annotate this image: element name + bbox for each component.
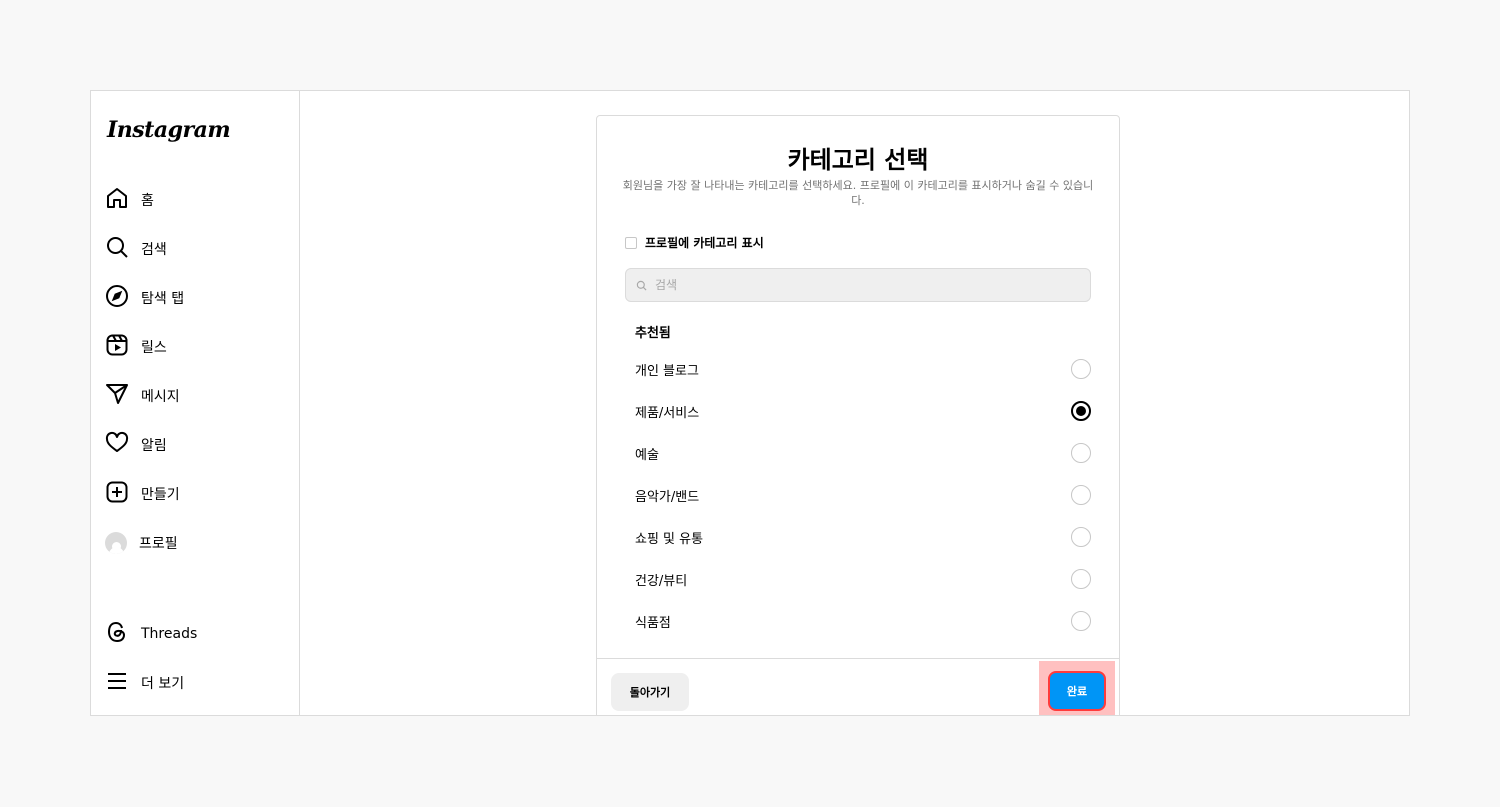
category-label: 제품/서비스	[635, 405, 700, 421]
sidebar-item-label: 탐색 탭	[141, 291, 185, 307]
category-option[interactable]: 개인 블로그	[635, 354, 1091, 384]
category-radio-selected[interactable]	[1071, 401, 1091, 421]
sidebar-item-messages[interactable]: 메시지	[105, 379, 180, 413]
threads-icon	[105, 620, 129, 648]
category-option[interactable]: 제품/서비스	[635, 396, 1091, 426]
sidebar-item-home[interactable]: 홈	[105, 183, 154, 217]
dialog-subtitle: 회원님을 가장 잘 나타내는 카테고리를 선택하세요. 프로필에 이 카테고리를…	[622, 179, 1094, 207]
heart-icon	[105, 431, 129, 459]
instagram-logo[interactable]: Instagram	[107, 117, 231, 143]
category-option[interactable]: 음악가/밴드	[635, 480, 1091, 510]
sidebar-item-label: 알림	[141, 438, 167, 454]
category-label: 건강/뷰티	[635, 573, 688, 589]
category-label: 예술	[635, 447, 659, 463]
reels-icon	[105, 333, 129, 361]
send-icon	[105, 382, 129, 410]
show-category-toggle[interactable]: 프로필에 카테고리 표시	[625, 234, 764, 251]
category-radio[interactable]	[1071, 569, 1091, 589]
category-option[interactable]: 쇼핑 및 유통	[635, 522, 1091, 552]
sidebar-item-search[interactable]: 검색	[105, 232, 167, 266]
search-icon	[105, 235, 129, 263]
sidebar-item-notifications[interactable]: 알림	[105, 428, 167, 462]
show-category-checkbox[interactable]	[625, 236, 637, 249]
dialog-title: 카테고리 선택	[787, 146, 929, 174]
category-option[interactable]: 예술	[635, 438, 1091, 468]
done-button-highlight: 완료	[1039, 661, 1115, 715]
category-radio[interactable]	[1071, 443, 1091, 463]
sidebar-item-label: 더 보기	[141, 676, 185, 692]
sidebar-item-create[interactable]: 만들기	[105, 477, 180, 511]
sidebar-item-threads[interactable]: Threads	[105, 617, 197, 651]
search-input[interactable]	[653, 277, 1057, 293]
category-label: 음악가/밴드	[635, 489, 700, 505]
sidebar-item-explore[interactable]: 탐색 탭	[105, 281, 184, 315]
dialog-footer: 돌아가기 완료	[597, 658, 1119, 715]
sidebar-item-profile[interactable]: 프로필	[105, 526, 178, 560]
sidebar-item-label: Threads	[141, 626, 198, 642]
category-label: 개인 블로그	[635, 363, 699, 379]
sidebar-item-reels[interactable]: 릴스	[105, 330, 167, 364]
category-option[interactable]: 건강/뷰티	[635, 564, 1091, 594]
sidebar: Instagram 홈 검색 탐색 탭 릴스 메시지 알림 만들기 프로필 Th…	[91, 91, 300, 715]
sidebar-item-label: 메시지	[141, 389, 180, 405]
category-search	[625, 268, 1091, 302]
menu-icon	[105, 669, 129, 697]
category-radio[interactable]	[1071, 359, 1091, 379]
back-button[interactable]: 돌아가기	[611, 673, 689, 711]
sidebar-item-label: 만들기	[141, 487, 180, 503]
category-label: 쇼핑 및 유통	[635, 531, 704, 547]
category-dialog: 카테고리 선택 회원님을 가장 잘 나타내는 카테고리를 선택하세요. 프로필에…	[596, 115, 1120, 715]
avatar	[105, 532, 127, 554]
sidebar-item-more[interactable]: 더 보기	[105, 666, 184, 700]
plus-square-icon	[105, 480, 129, 508]
category-label: 식품점	[635, 615, 671, 631]
category-radio[interactable]	[1071, 611, 1091, 631]
sidebar-item-label: 홈	[141, 193, 154, 209]
section-title: 추천됨	[635, 326, 671, 341]
search-icon	[636, 276, 647, 295]
app-frame: Instagram 홈 검색 탐색 탭 릴스 메시지 알림 만들기 프로필 Th…	[90, 90, 1410, 716]
category-radio[interactable]	[1071, 527, 1091, 547]
show-category-label: 프로필에 카테고리 표시	[645, 236, 764, 250]
sidebar-item-label: 프로필	[139, 536, 178, 552]
compass-icon	[105, 284, 129, 312]
category-radio[interactable]	[1071, 485, 1091, 505]
sidebar-item-label: 검색	[141, 242, 167, 258]
done-button[interactable]: 완료	[1048, 671, 1106, 711]
sidebar-item-label: 릴스	[141, 340, 167, 356]
category-option[interactable]: 식품점	[635, 606, 1091, 636]
home-icon	[105, 186, 129, 214]
